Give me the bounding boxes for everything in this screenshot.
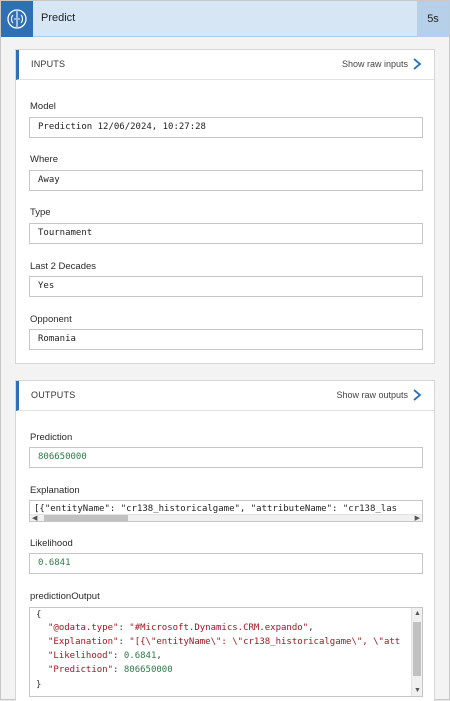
explanation-label: Explanation — [30, 485, 80, 496]
inputs-title: INPUTS — [31, 59, 66, 69]
outputs-card-header: OUTPUTS Show raw outputs — [16, 381, 434, 411]
json-value: "#Microsoft.Dynamics.CRM.expando" — [129, 623, 309, 633]
outputs-title: OUTPUTS — [31, 390, 76, 400]
json-comma: , — [156, 651, 162, 661]
vertical-scrollbar[interactable]: ▲ ▼ — [411, 608, 422, 696]
inputs-card-header: INPUTS Show raw inputs — [16, 50, 434, 80]
show-raw-inputs-link[interactable]: Show raw inputs — [342, 59, 408, 69]
show-raw-outputs-link[interactable]: Show raw outputs — [336, 390, 408, 400]
scrollbar-thumb[interactable] — [413, 622, 421, 676]
prediction-output-json[interactable]: { "@odata.type": "#Microsoft.Dynamics.CR… — [29, 607, 423, 697]
json-value: "[{\"entityName\": \"cr138_historicalgam… — [129, 637, 401, 647]
chevron-right-icon[interactable] — [410, 388, 424, 402]
scroll-right-icon[interactable]: ▶ — [415, 515, 420, 521]
where-field: Away — [29, 170, 423, 191]
chevron-right-icon[interactable] — [410, 57, 424, 71]
scroll-up-icon[interactable]: ▲ — [414, 610, 421, 617]
json-line-odata-type: "@odata.type": "#Microsoft.Dynamics.CRM.… — [48, 623, 314, 633]
type-label: Type — [30, 207, 51, 218]
step-title: Predict — [41, 12, 76, 24]
outputs-card: OUTPUTS Show raw outputs Prediction 8066… — [15, 380, 435, 701]
json-open-brace: { — [36, 610, 42, 620]
opponent-label: Opponent — [30, 314, 72, 325]
json-line-explanation: "Explanation": "[{\"entityName\": \"cr13… — [48, 637, 400, 647]
scrollbar-thumb[interactable] — [44, 515, 128, 521]
model-field: Prediction 12/06/2024, 10:27:28 — [29, 117, 423, 138]
json-key: "Likelihood" — [48, 651, 114, 661]
type-field: Tournament — [29, 223, 423, 244]
inputs-card: INPUTS Show raw inputs Model Prediction … — [15, 49, 435, 364]
step-header[interactable]: Predict 5s — [1, 1, 449, 37]
json-key: "Explanation" — [48, 637, 119, 647]
json-line-prediction: "Prediction": 806650000 — [48, 665, 173, 675]
json-value: 0.6841 — [123, 651, 157, 661]
json-key: "@odata.type" — [48, 623, 119, 633]
json-separator: : — [113, 665, 124, 675]
last-2-decades-field: Yes — [29, 276, 423, 297]
prediction-label: Prediction — [30, 432, 73, 443]
last-2-decades-label: Last 2 Decades — [30, 261, 97, 272]
json-separator: : — [113, 651, 124, 661]
likelihood-field: 0.6841 — [29, 553, 423, 574]
opponent-field: Romania — [29, 329, 423, 350]
step-duration: 5s — [417, 1, 449, 37]
explanation-field[interactable]: [{"entityName": "cr138_historicalgame", … — [29, 500, 423, 522]
json-comma: , — [308, 623, 314, 633]
where-label: Where — [30, 154, 58, 165]
scroll-down-icon[interactable]: ▼ — [414, 687, 421, 694]
explanation-text: [{"entityName": "cr138_historicalgame", … — [34, 504, 398, 514]
horizontal-scrollbar[interactable]: ◀ ▶ — [30, 514, 422, 521]
json-line-likelihood: "Likelihood": 0.6841, — [48, 651, 162, 661]
likelihood-label: Likelihood — [30, 538, 73, 549]
json-close-brace: } — [36, 680, 42, 690]
json-separator: : — [118, 623, 130, 633]
flow-step-panel: Predict 5s INPUTS Show raw inputs Model … — [0, 0, 450, 701]
json-separator: : — [118, 637, 130, 647]
brain-circuit-icon — [1, 1, 33, 37]
prediction-field: 806650000 — [29, 447, 423, 468]
model-label: Model — [30, 101, 56, 112]
scroll-left-icon[interactable]: ◀ — [32, 515, 37, 521]
prediction-output-label: predictionOutput — [30, 591, 100, 602]
json-value: 806650000 — [123, 665, 173, 675]
json-key: "Prediction" — [48, 665, 114, 675]
